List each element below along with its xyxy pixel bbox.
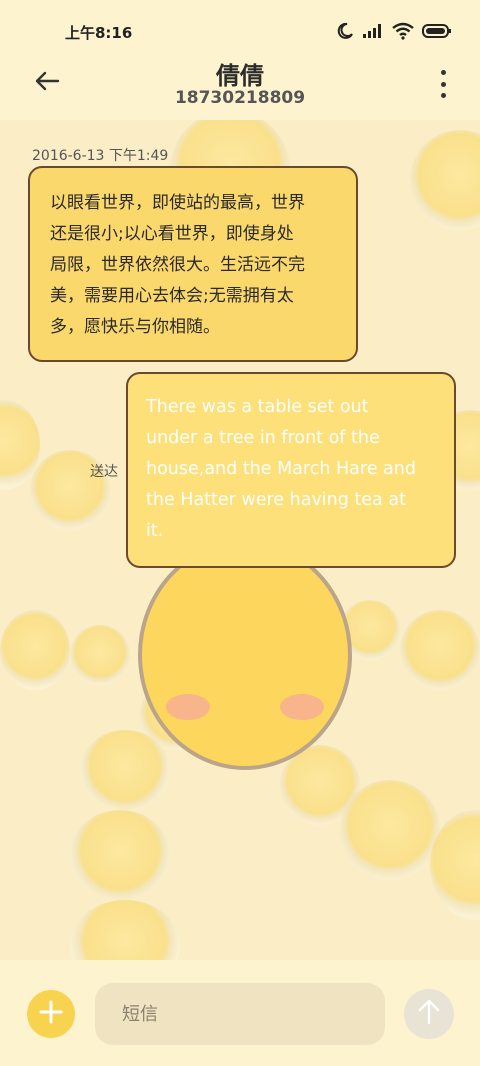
moon-icon <box>336 22 354 44</box>
more-options-button[interactable] <box>438 70 448 98</box>
chick-decoration <box>70 810 170 900</box>
message-text-line: 以眼看世界，即使站的最高，世界 <box>50 193 305 213</box>
message-text-line: 美，需要用心去体会;无需拥有太 <box>50 286 294 306</box>
contact-number: 18730218809 <box>174 88 306 108</box>
chick-decoration <box>0 610 70 690</box>
message-text-line: 局限，世界依然很大。生活远不完 <box>50 255 305 275</box>
signal-icon <box>362 23 384 43</box>
message-text-line: the Hatter were having tea at <box>146 490 406 510</box>
chick-decoration <box>400 610 480 690</box>
message-text-line: house,and the March Hare and <box>146 459 416 479</box>
send-arrow-up-icon <box>417 999 441 1029</box>
chick-decoration <box>70 900 180 960</box>
send-button[interactable] <box>404 989 454 1039</box>
status-time: 上午8:16 <box>65 24 133 42</box>
chick-decoration <box>70 625 130 685</box>
chick-decoration <box>340 780 440 880</box>
chick-decoration <box>80 730 170 810</box>
message-text-line: it. <box>146 521 164 541</box>
add-attachment-button[interactable] <box>27 990 75 1038</box>
delivery-status: 送达 <box>90 464 118 480</box>
message-text-line: 多，愿快乐与你相随。 <box>50 317 220 337</box>
wifi-icon <box>392 22 414 44</box>
message-text-line: There was a table set out <box>146 397 369 417</box>
contact-name: 倩倩 <box>216 62 264 90</box>
status-icons <box>336 22 452 44</box>
message-text-line: under a tree in front of the <box>146 428 380 448</box>
sms-input[interactable] <box>95 983 385 1045</box>
outgoing-message-bubble[interactable]: There was a table set out under a tree i… <box>126 372 456 568</box>
message-timestamp: 2016-6-13 下午1:49 <box>32 148 169 164</box>
more-vertical-icon <box>440 70 446 75</box>
chick-decoration <box>410 130 480 230</box>
conversation-header: 倩倩 18730218809 <box>0 48 480 120</box>
message-text-line: 还是很小;以心看世界，即使身处 <box>50 224 294 244</box>
battery-icon <box>422 23 452 43</box>
chick-decoration-large <box>138 540 352 770</box>
incoming-message-bubble[interactable]: 以眼看世界，即使站的最高，世界 还是很小;以心看世界，即使身处 局限，世界依然很… <box>28 166 358 362</box>
plus-icon <box>39 1000 63 1028</box>
composer-bar <box>0 960 480 1066</box>
